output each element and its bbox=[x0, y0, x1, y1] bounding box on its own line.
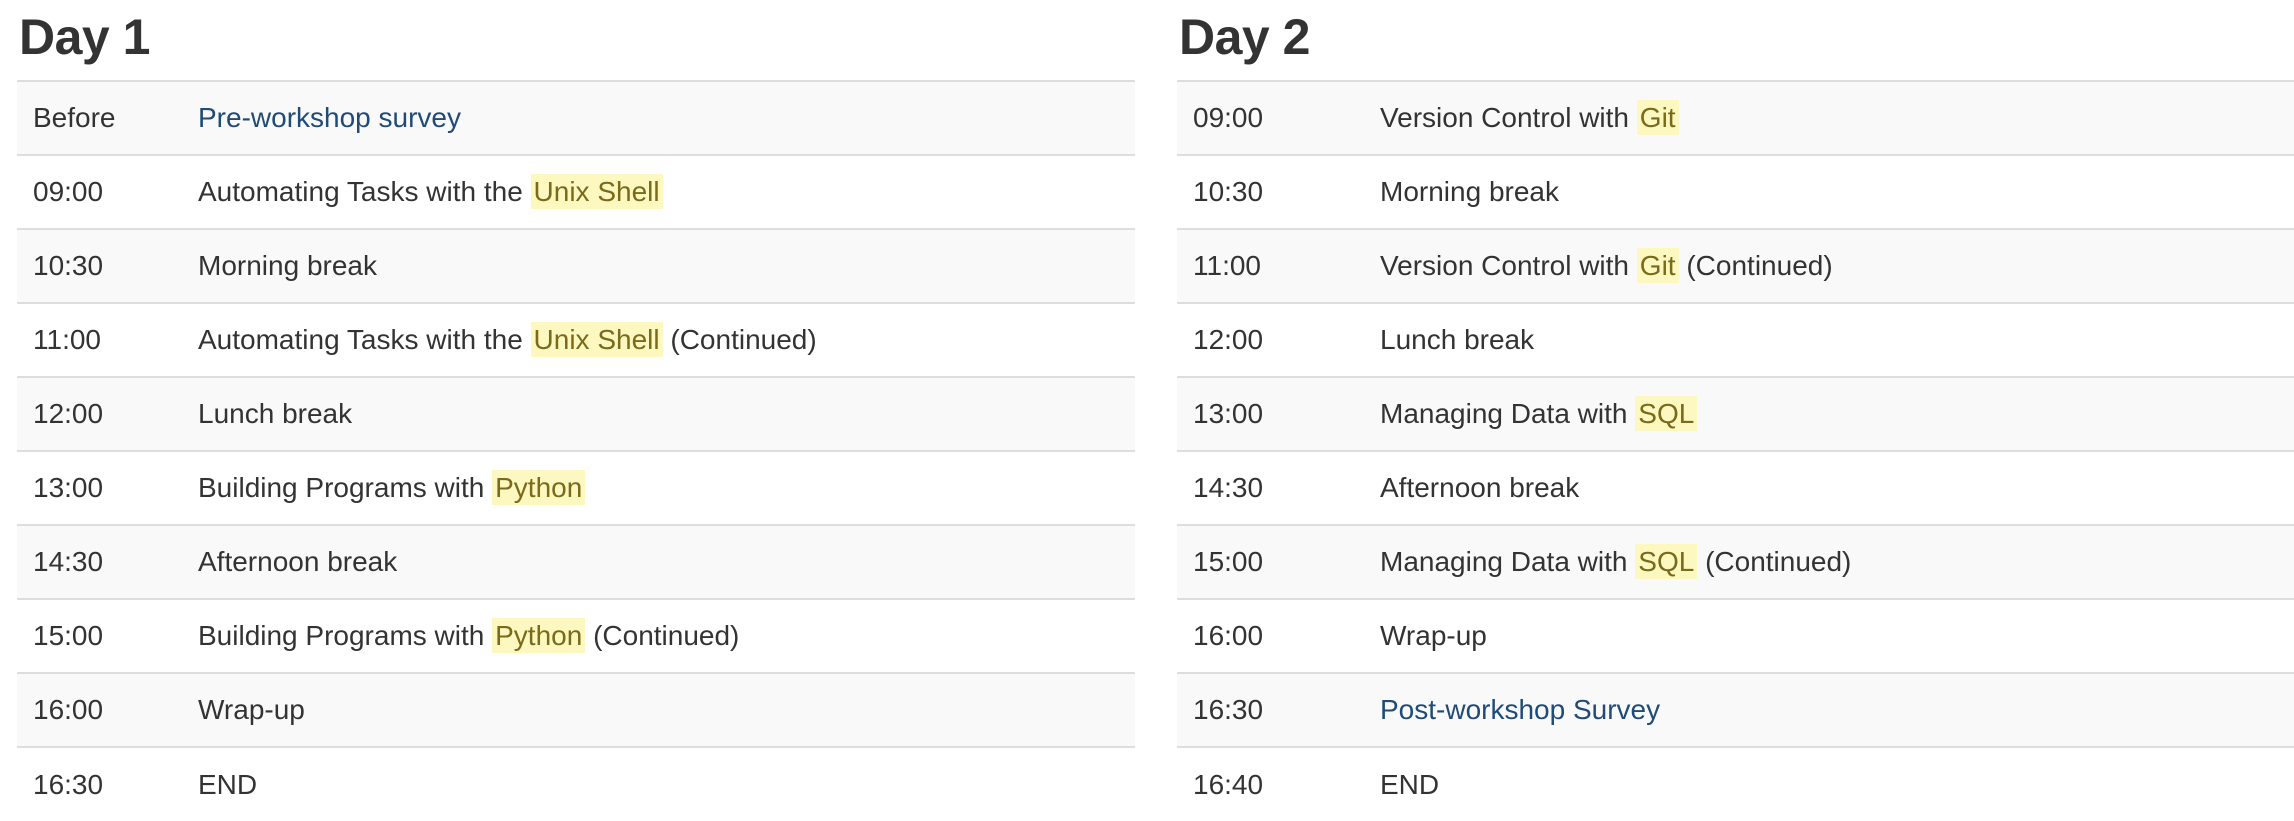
activity-text: Automating Tasks with the bbox=[198, 324, 531, 355]
activity-text: Lunch break bbox=[198, 398, 353, 429]
schedule-time: 12:00 bbox=[1193, 324, 1264, 355]
schedule-time: 16:00 bbox=[33, 694, 104, 725]
schedule-activity: Pre-workshop survey bbox=[182, 81, 1135, 155]
schedule-row: 16:00 Wrap-up bbox=[1177, 599, 2294, 673]
schedule-row: 13:00 Managing Data with SQL bbox=[1177, 377, 2294, 451]
day-1-title: Day 1 bbox=[19, 9, 150, 65]
activity-text: Morning break bbox=[198, 250, 377, 281]
schedule-time: 10:30 bbox=[1193, 176, 1264, 207]
schedule-row: 09:00 Version Control with Git bbox=[1177, 81, 2294, 155]
lesson-highlight: Git bbox=[1636, 100, 1679, 135]
schedule-row: 16:40 END bbox=[1177, 747, 2294, 821]
survey-link[interactable]: Pre-workshop survey bbox=[198, 102, 461, 133]
schedule-activity: Afternoon break bbox=[1364, 451, 2294, 525]
schedule-activity: Afternoon break bbox=[182, 525, 1135, 599]
schedule-activity: Morning break bbox=[182, 229, 1135, 303]
schedule-activity: Lunch break bbox=[182, 377, 1135, 451]
schedule-row: 16:00 Wrap-up bbox=[17, 673, 1135, 747]
schedule-row: Before Pre-workshop survey bbox=[17, 81, 1135, 155]
schedule-time: 14:30 bbox=[1193, 472, 1264, 503]
lesson-highlight: Git bbox=[1636, 248, 1679, 283]
schedule-activity: Morning break bbox=[1364, 155, 2294, 229]
activity-text: Afternoon break bbox=[198, 546, 398, 577]
schedule-time: 13:00 bbox=[1193, 398, 1264, 429]
schedule-time: 09:00 bbox=[33, 176, 104, 207]
activity-text: END bbox=[198, 768, 258, 800]
lesson-highlight: Unix Shell bbox=[530, 322, 663, 357]
schedule-row: 15:00 Building Programs with Python (Cont… bbox=[17, 599, 1135, 673]
activity-text: Managing Data with bbox=[1380, 398, 1636, 429]
schedule-time: 11:00 bbox=[33, 324, 101, 355]
schedule-time: 15:00 bbox=[1193, 546, 1264, 577]
schedule-activity: Managing Data with SQL (Continued) bbox=[1364, 525, 2294, 599]
schedule-row: 16:30 END bbox=[17, 747, 1135, 821]
schedule-time: 15:00 bbox=[33, 620, 104, 651]
schedule-row: 13:00 Building Programs with Python bbox=[17, 451, 1135, 525]
schedule-time: Before bbox=[33, 102, 116, 133]
lesson-highlight: SQL bbox=[1635, 544, 1698, 579]
activity-text: Building Programs with bbox=[198, 472, 493, 503]
schedule-activity: Building Programs with Python bbox=[182, 451, 1135, 525]
schedule-row: 12:00 Lunch break bbox=[1177, 303, 2294, 377]
schedule-row: 11:00 Automating Tasks with the Unix Shel… bbox=[17, 303, 1135, 377]
schedule-activity: Automating Tasks with the Unix Shell bbox=[182, 155, 1135, 229]
lesson-highlight: SQL bbox=[1635, 396, 1698, 431]
schedule-row: 10:30 Morning break bbox=[17, 229, 1135, 303]
schedule-row: 16:30 Post-workshop Survey bbox=[1177, 673, 2294, 747]
activity-suffix: (Continued) bbox=[1678, 250, 1833, 281]
day-1-schedule: Day 1 Before Pre-workshop survey 09:00 Auto… bbox=[17, 0, 1135, 821]
activity-text: Building Programs with bbox=[198, 620, 493, 651]
schedule-activity: Version Control with Git (Continued) bbox=[1364, 229, 2294, 303]
schedule-activity: Building Programs with Python (Continued… bbox=[182, 599, 1135, 673]
schedule-row: 15:00 Managing Data with SQL (Continued) bbox=[1177, 525, 2294, 599]
activity-suffix: (Continued) bbox=[662, 324, 817, 355]
day-2-schedule: Day 2 09:00 Version Control with Git 10:30… bbox=[1177, 0, 2294, 821]
day-2-title: Day 2 bbox=[1179, 9, 1310, 65]
day-2-table: 09:00 Version Control with Git 10:30 Mornin… bbox=[1177, 80, 2294, 821]
schedule-row: 10:30 Morning break bbox=[1177, 155, 2294, 229]
schedule-activity: Automating Tasks with the Unix Shell (Co… bbox=[182, 303, 1135, 377]
survey-link[interactable]: Post-workshop Survey bbox=[1380, 694, 1660, 725]
day-1-table: Before Pre-workshop survey 09:00 Automating… bbox=[17, 80, 1135, 821]
schedule-row: 14:30 Afternoon break bbox=[1177, 451, 2294, 525]
schedule-time: 16:40 bbox=[1193, 768, 1264, 800]
schedule-time: 12:00 bbox=[33, 398, 104, 429]
schedule-time: 10:30 bbox=[33, 250, 104, 281]
schedule-time: 11:00 bbox=[1193, 250, 1261, 281]
schedule-row: 09:00 Automating Tasks with the Unix Shel… bbox=[17, 155, 1135, 229]
schedule-time: 09:00 bbox=[1193, 102, 1264, 133]
schedule-activity: END bbox=[1364, 747, 2294, 821]
schedule-activity: Post-workshop Survey bbox=[1364, 673, 2294, 747]
activity-text: Lunch break bbox=[1380, 324, 1535, 355]
lesson-highlight: Python bbox=[492, 470, 586, 505]
schedule-time: 14:30 bbox=[33, 546, 104, 577]
schedule-time: 13:00 bbox=[33, 472, 104, 503]
schedule-activity: Lunch break bbox=[1364, 303, 2294, 377]
schedule-activity: Version Control with Git bbox=[1364, 81, 2294, 155]
activity-suffix: (Continued) bbox=[585, 620, 740, 651]
schedule-activity: Wrap-up bbox=[182, 673, 1135, 747]
schedule-row: 14:30 Afternoon break bbox=[17, 525, 1135, 599]
schedule-time: 16:30 bbox=[1193, 694, 1264, 725]
schedule-activity: Wrap-up bbox=[1364, 599, 2294, 673]
schedule-activity: Managing Data with SQL bbox=[1364, 377, 2294, 451]
lesson-highlight: Unix Shell bbox=[530, 174, 663, 209]
lesson-highlight: Python bbox=[492, 618, 586, 653]
schedule-time: 16:30 bbox=[33, 768, 104, 800]
schedule-activity: END bbox=[182, 747, 1135, 821]
activity-text: Morning break bbox=[1380, 176, 1559, 207]
activity-text: Version Control with bbox=[1380, 250, 1637, 281]
activity-suffix: (Continued) bbox=[1697, 546, 1852, 577]
activity-text: Version Control with bbox=[1380, 102, 1637, 133]
schedule-time: 16:00 bbox=[1193, 620, 1264, 651]
activity-text: Automating Tasks with the bbox=[198, 176, 531, 207]
activity-text: Wrap-up bbox=[198, 694, 305, 725]
activity-text: END bbox=[1380, 768, 1440, 800]
activity-text: Afternoon break bbox=[1380, 472, 1580, 503]
schedule-row: 12:00 Lunch break bbox=[17, 377, 1135, 451]
activity-text: Managing Data with bbox=[1380, 546, 1636, 577]
schedule-row: 11:00 Version Control with Git (Continued… bbox=[1177, 229, 2294, 303]
activity-text: Wrap-up bbox=[1380, 620, 1487, 651]
